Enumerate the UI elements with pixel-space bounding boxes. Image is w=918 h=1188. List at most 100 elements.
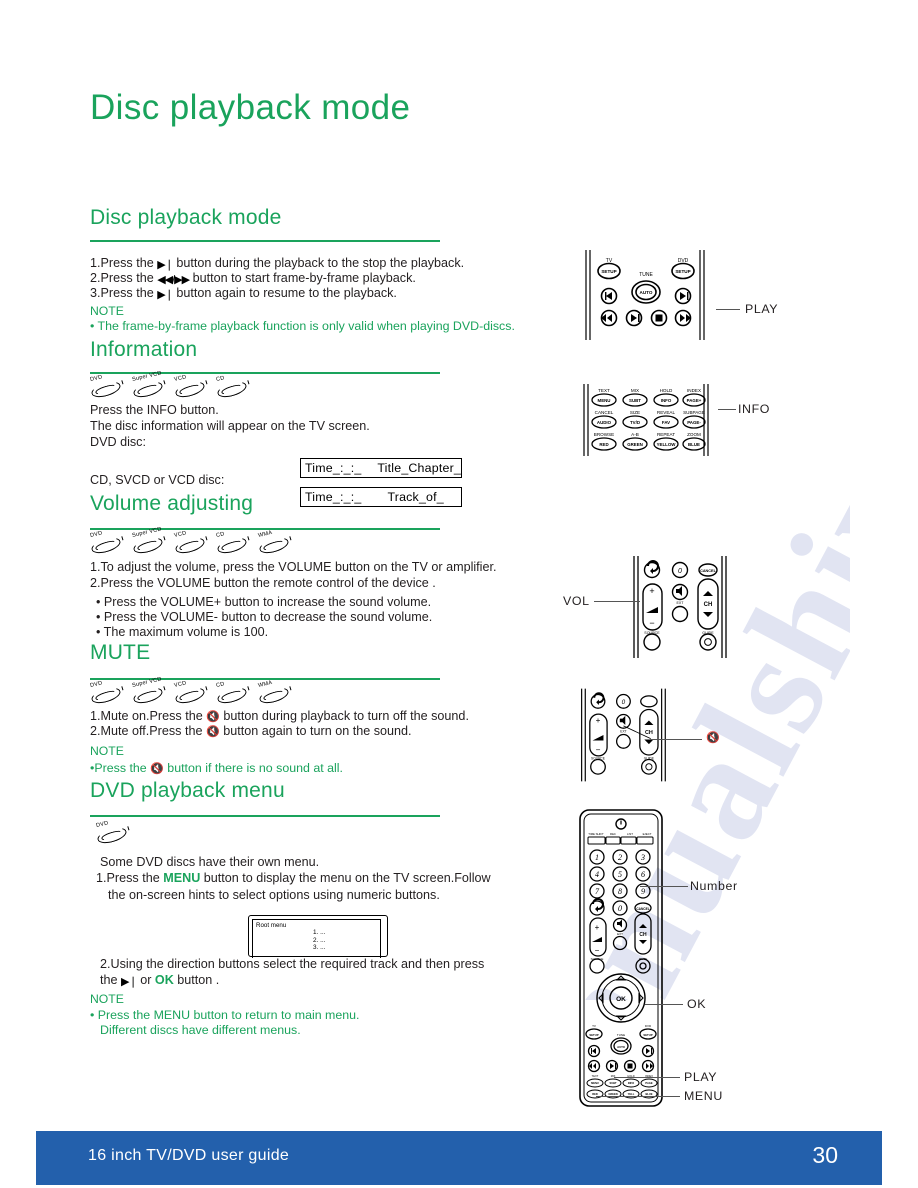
play-pause-icon [610, 1063, 617, 1069]
disc-icon-wma: WMA [258, 680, 292, 707]
section-heading-disc-playback-mode: Disc playback mode [90, 206, 282, 229]
root-menu-item: 2. ... [313, 936, 326, 944]
ok-label: OK [616, 996, 626, 1003]
mute-icon [676, 586, 682, 596]
menu-key-label: MENU [163, 871, 201, 885]
info-line-2: The disc information will appear on the … [90, 419, 370, 433]
dvd-menu-line-1: Some DVD discs have their own menu. [100, 855, 320, 869]
disc-label: VCD [173, 530, 188, 539]
note-text-mute: •Press the 🔇 button if there is no sound… [90, 761, 343, 777]
volume-up-label: + [649, 586, 654, 596]
remote-key-audio: AUDIO [597, 420, 612, 425]
zero-key-label: 0 [622, 699, 626, 706]
disc-label: VCD [173, 680, 188, 689]
remote-label-zoom: ZOOM [687, 432, 701, 437]
volume-up-label: + [596, 716, 601, 725]
disc-tick [158, 686, 166, 692]
remote-key-tvd: TV/D [630, 420, 640, 425]
volume-up-label: + [595, 923, 600, 932]
key-cancel: CANCEL [636, 907, 649, 911]
remote-illustration-mute: + − CH SOURCE EXT GUIDE 0 [581, 688, 666, 782]
info-box-cd: Time_:_:_ Track_of_ [300, 487, 462, 507]
step-2-pre: 2.Press the [90, 271, 154, 285]
note-text-dvd-menu-2: Different discs have different menus. [100, 1023, 301, 1037]
remote-key-green: GREEN [627, 442, 643, 447]
mute-note-post: button if there is no sound at all. [167, 761, 343, 775]
disc-tick [200, 536, 208, 542]
note-label-1: NOTE [90, 304, 124, 318]
key-5: 5 [618, 870, 622, 879]
volume-down-label: − [649, 618, 654, 628]
key-info: INFO [628, 1081, 634, 1085]
remote-label-repeat: REPEAT [657, 432, 675, 437]
disc-icon-super-vcd: Super VCD [132, 370, 166, 401]
remote-illustration-playback: TV TUNE DVD SETUP SETUP AUTO [585, 250, 705, 340]
label-dvd: DVD [645, 1024, 652, 1028]
key-8: 8 [618, 887, 622, 896]
root-menu-item: 1. ... [313, 929, 326, 936]
label-rec: REC [610, 832, 616, 836]
source-label: SOURCE [591, 957, 604, 961]
callout-number: Number [690, 879, 738, 893]
info-line-4: CD, SVCD or VCD disc: [90, 473, 225, 487]
mute-icon: 🔇 [150, 763, 164, 775]
disc-icon-vcd: VCD [174, 680, 208, 707]
disc-icon-vcd: VCD [174, 374, 208, 401]
disc-icon-super-vcd: Super VCD [132, 676, 166, 707]
stop-icon [655, 314, 663, 322]
disc-label: DVD [95, 820, 110, 829]
remote-label-browse: BROWSE [594, 432, 614, 437]
leader-vol [594, 601, 640, 602]
remote-label-tune: TUNE [639, 272, 653, 278]
channel-label: CH [704, 602, 713, 608]
channel-up-icon [703, 591, 713, 596]
remote-key-subt: SUBT [629, 398, 641, 403]
volume-down-label: − [595, 946, 600, 955]
leader-info [718, 409, 736, 410]
volume-bullet-2: • Press the VOLUME- button to decrease t… [96, 610, 433, 624]
note-label-dvd-menu: NOTE [90, 992, 124, 1006]
disc-tick [116, 686, 124, 692]
dvd-menu-step1-post: button to display the menu on the TV scr… [203, 871, 491, 885]
disc-label: DVD [89, 530, 104, 539]
mute-1-post: button during playback to turn off the s… [223, 709, 469, 723]
disc-format-row-volume: DVD Super VCD VCD CD WMA [90, 526, 292, 557]
stop-icon [627, 1063, 633, 1069]
section-rule-5 [90, 815, 440, 817]
label-text: TEXT [592, 1074, 599, 1078]
mute-icon: 🔇 [206, 711, 220, 723]
disc-format-row-mute: DVD Super VCD VCD CD WMA [90, 676, 292, 707]
disc-tick [158, 536, 166, 542]
root-menu-title: Root menu [256, 922, 287, 929]
disc-label: CD [215, 531, 226, 539]
key-page: PAGE [645, 1081, 652, 1085]
dvd-menu-step-1-cont: the on-screen hints to select options us… [108, 888, 440, 902]
mute-line-2: 2.Mute off.Press the 🔇 button again to t… [90, 724, 412, 740]
page-footer: 16 inch TV/DVD user guide 30 [36, 1131, 882, 1185]
leader-number [640, 886, 688, 887]
guide-label: GUIDE [702, 631, 714, 635]
note-text-1: • The frame-by-frame playback function i… [90, 319, 515, 333]
dvd-menu-step1-pre: 1.Press the [96, 871, 160, 885]
label-timeshift: TIME SHIFT [588, 832, 604, 836]
volume-wedge-icon [646, 607, 658, 613]
label-list: LIST [627, 832, 633, 836]
volume-wedge-icon [592, 735, 604, 741]
callout-menu: MENU [684, 1089, 723, 1103]
key-1: 1 [595, 853, 599, 862]
cancel-key-label: CANCEL [700, 569, 717, 573]
remote-label-text: TEXT [598, 388, 610, 393]
channel-down-icon [644, 739, 654, 745]
leader-play-2 [614, 1077, 680, 1078]
guide-label: GUIDE [644, 757, 655, 761]
fast-forward-icon [646, 1063, 653, 1069]
label-tune: TUNE [617, 1033, 625, 1037]
callout-vol: VOL [563, 594, 590, 608]
disc-label: VCD [173, 374, 188, 383]
prev-track-icon [591, 1048, 596, 1054]
step2-post: button . [177, 973, 220, 987]
remote-label-reveal: REVEAL [657, 410, 676, 415]
disc-tick [122, 826, 130, 832]
remote-key-blue: BLUE [688, 442, 700, 447]
disc-tick [284, 536, 292, 542]
